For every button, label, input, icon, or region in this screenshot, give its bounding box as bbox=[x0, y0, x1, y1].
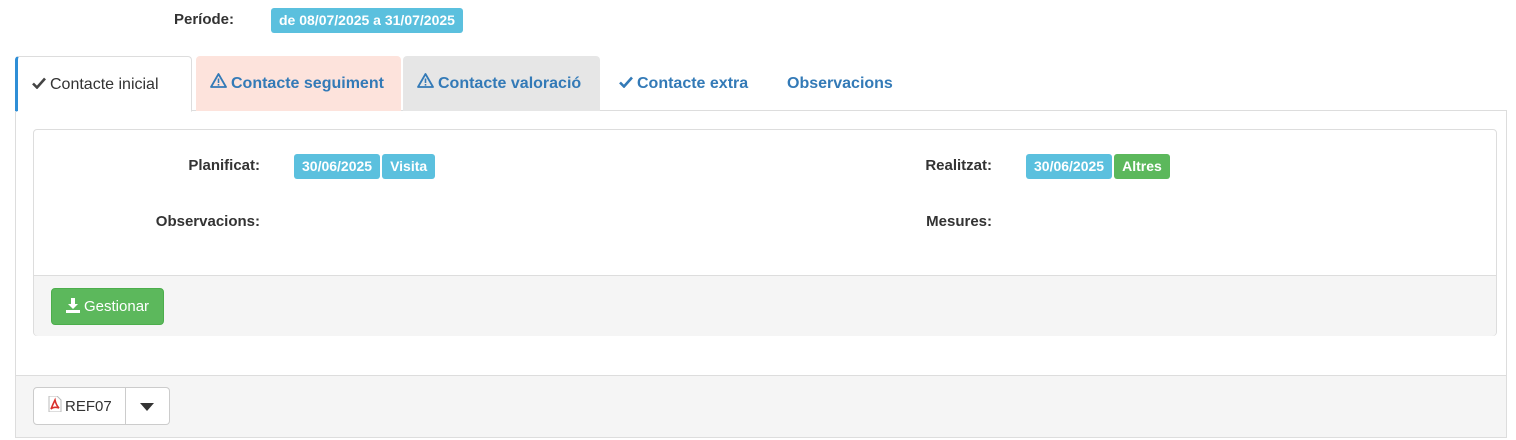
pdf-icon bbox=[48, 395, 62, 416]
period-row: Període: de 08/07/2025 a 31/07/2025 bbox=[0, 8, 600, 33]
check-icon bbox=[619, 56, 633, 111]
realitzat-label: Realitzat: bbox=[925, 157, 992, 174]
realitzat-date-badge: 30/06/2025 bbox=[1026, 154, 1113, 179]
contact-card-body: Planificat: 30/06/2025 Visita Observacion… bbox=[34, 130, 1496, 275]
ref07-report-button[interactable]: REF07 bbox=[33, 387, 126, 425]
contact-card: Planificat: 30/06/2025 Visita Observacion… bbox=[33, 129, 1497, 336]
observacions-label: Observacions: bbox=[155, 213, 260, 230]
planificat-type-badge: Visita bbox=[382, 154, 436, 179]
tab-content-panel: Planificat: 30/06/2025 Visita Observacion… bbox=[15, 111, 1507, 438]
period-label: Període: bbox=[174, 11, 235, 28]
tab-contacte-extra[interactable]: Contacte extra bbox=[605, 56, 765, 111]
tab-contacte-inicial[interactable]: Contacte inicial bbox=[15, 56, 192, 112]
realitzat-values: 30/06/2025 Altres bbox=[1026, 154, 1172, 179]
tab-label: Contacte inicial bbox=[50, 76, 159, 93]
panel-footer: REF07 bbox=[16, 375, 1506, 437]
contact-tabs: Contacte inicial Contacte seguiment Cont… bbox=[15, 56, 1507, 112]
report-dropdown-toggle[interactable] bbox=[125, 387, 170, 425]
tab-label: Observacions bbox=[787, 75, 893, 92]
mesures-label: Mesures: bbox=[926, 213, 992, 230]
ref07-label: REF07 bbox=[65, 397, 112, 415]
planificat-date-badge: 30/06/2025 bbox=[294, 154, 381, 179]
tab-label: Contacte valoració bbox=[438, 75, 582, 92]
tab-label: Contacte extra bbox=[637, 75, 749, 92]
check-icon bbox=[32, 57, 46, 112]
planificat-values: 30/06/2025 Visita bbox=[294, 154, 437, 179]
period-badge: de 08/07/2025 a 31/07/2025 bbox=[271, 8, 463, 33]
tab-contacte-valoracio[interactable]: Contacte valoració bbox=[403, 56, 600, 111]
planificat-label: Planificat: bbox=[188, 157, 260, 174]
report-button-group: REF07 bbox=[33, 387, 170, 425]
contact-card-footer: Gestionar bbox=[34, 275, 1496, 336]
tab-observacions[interactable]: Observacions bbox=[773, 56, 923, 111]
caret-down-icon bbox=[140, 398, 155, 415]
realitzat-type-badge: Altres bbox=[1114, 154, 1170, 179]
gestionar-label: Gestionar bbox=[84, 298, 150, 315]
download-icon bbox=[66, 291, 80, 326]
gestionar-button[interactable]: Gestionar bbox=[51, 288, 165, 326]
warning-icon bbox=[210, 56, 227, 111]
tab-label: Contacte seguiment bbox=[231, 75, 384, 92]
warning-icon bbox=[417, 56, 434, 111]
tab-contacte-seguiment[interactable]: Contacte seguiment bbox=[196, 56, 401, 111]
